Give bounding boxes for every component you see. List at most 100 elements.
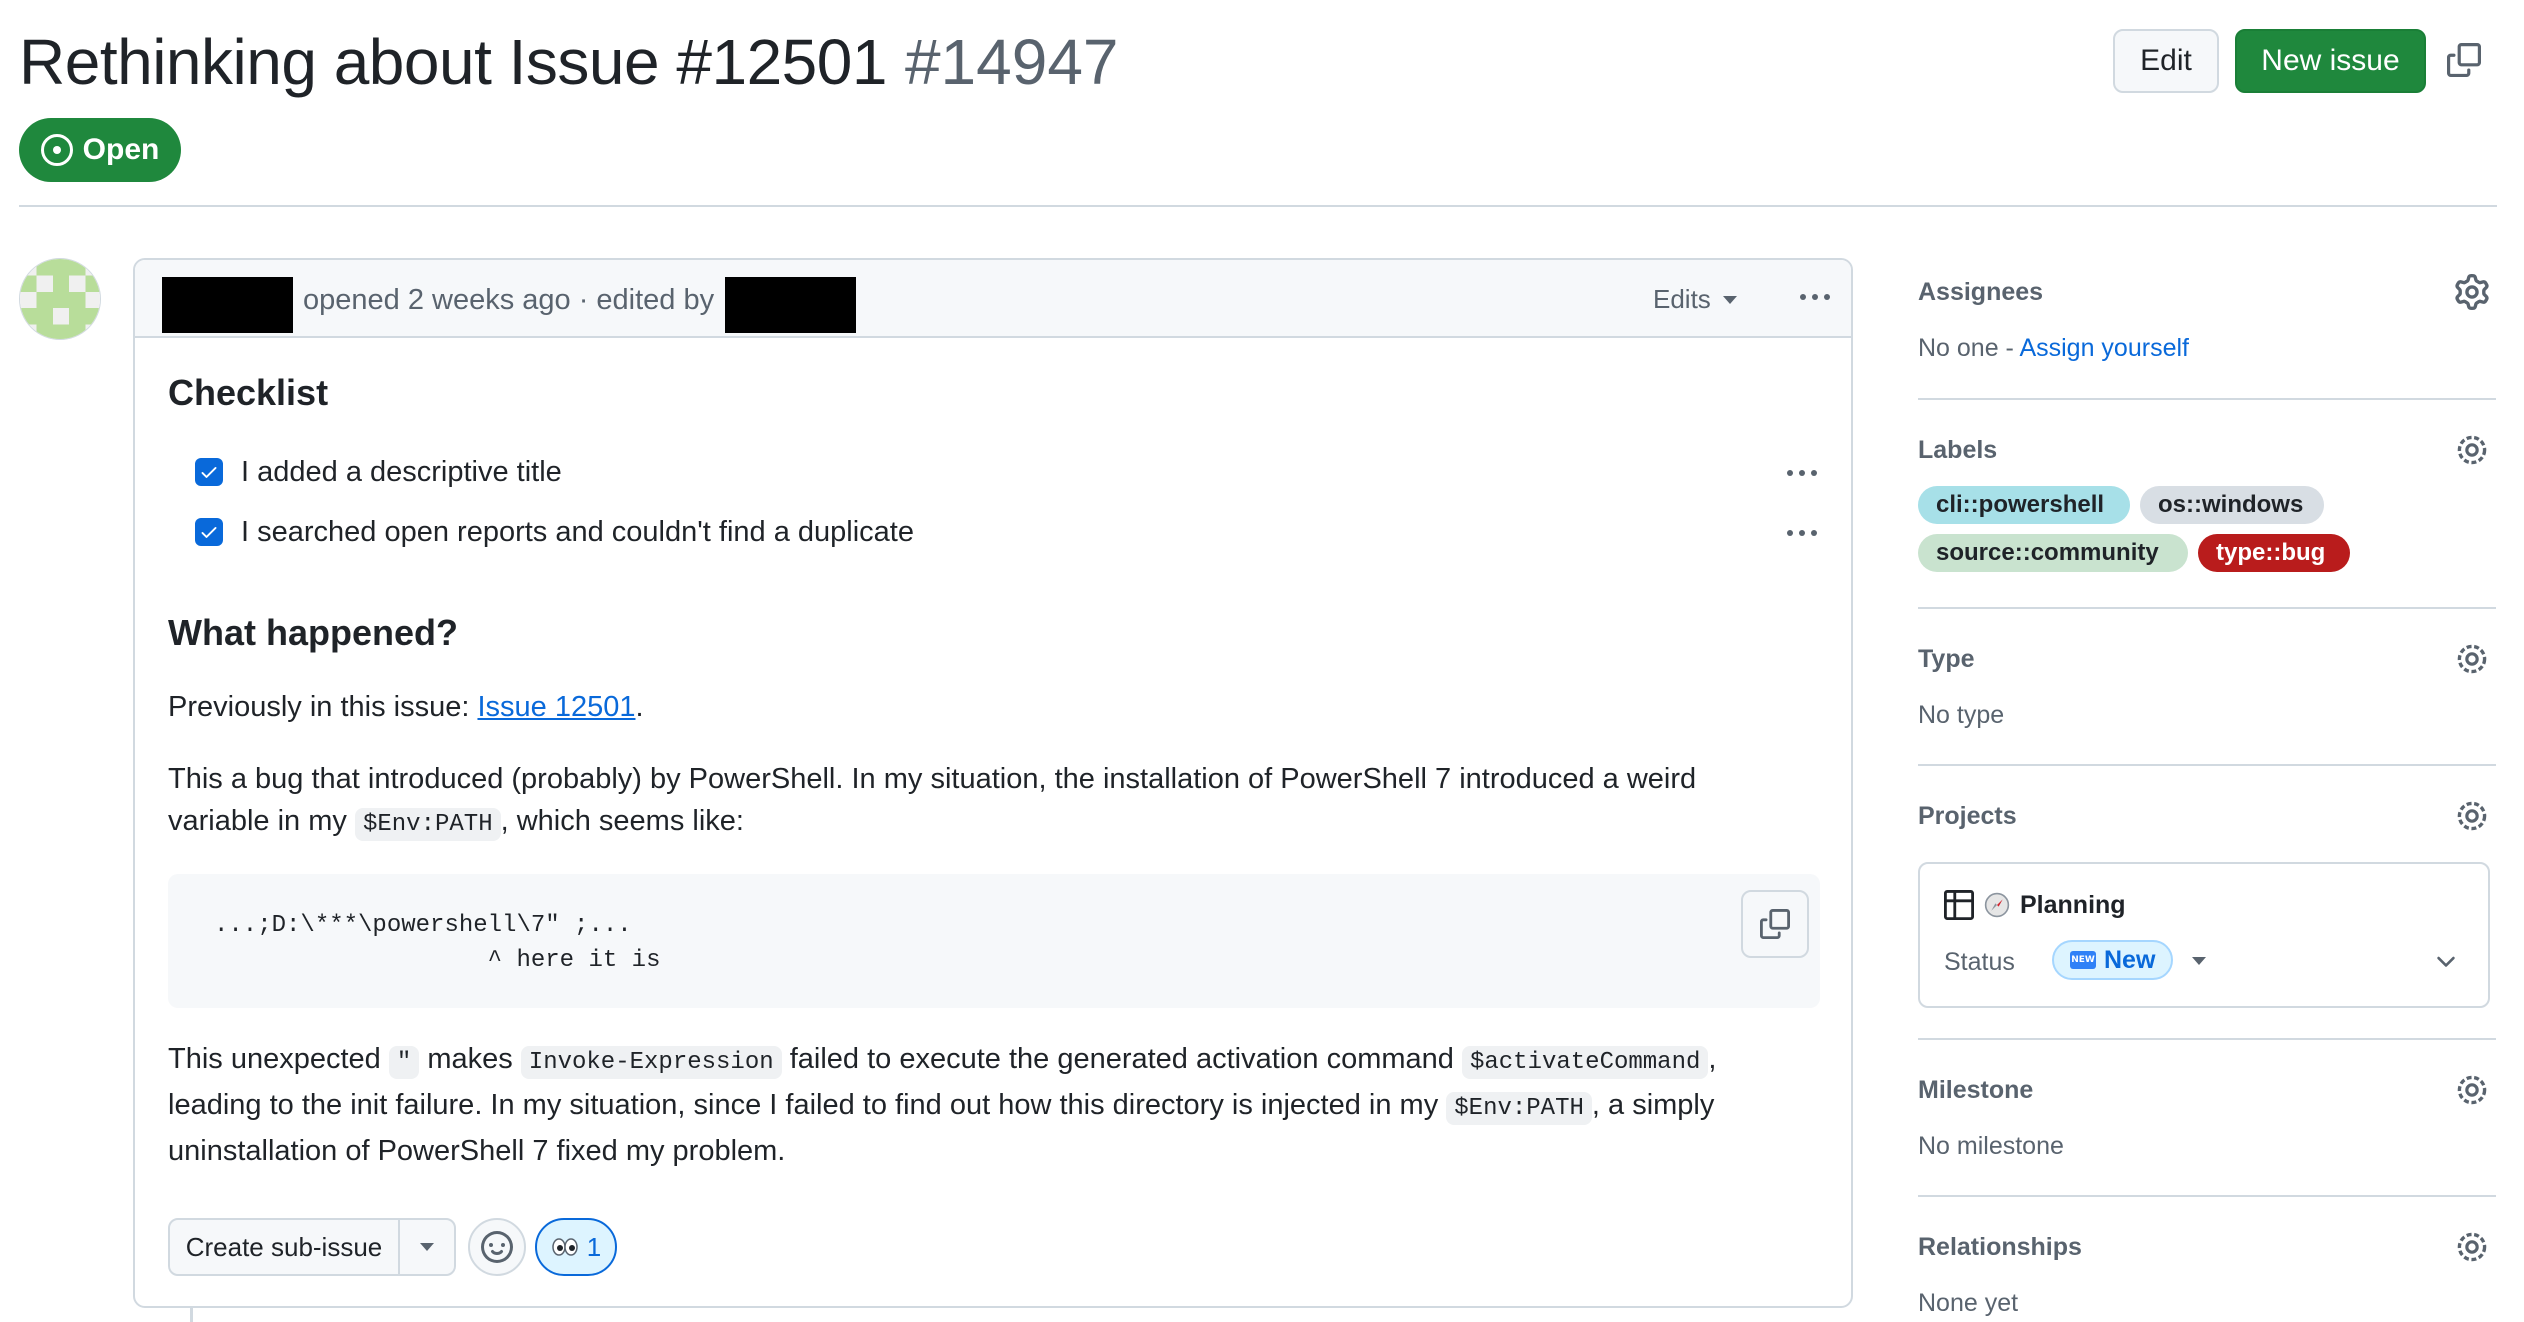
comment-options-menu[interactable] bbox=[1800, 294, 1830, 300]
triangle-down-icon bbox=[420, 1243, 434, 1251]
sidebar-divider bbox=[1918, 398, 2496, 400]
issue-state-label: Open bbox=[82, 133, 160, 166]
gear-icon[interactable] bbox=[2454, 274, 2490, 310]
reaction-count: 1 bbox=[586, 1231, 602, 1262]
author-avatar[interactable] bbox=[19, 258, 101, 340]
gear-icon[interactable] bbox=[2454, 798, 2490, 834]
gear-icon[interactable] bbox=[2454, 641, 2490, 677]
code-block: ...;D:\***\powershell\7" ;... ^ here it … bbox=[168, 874, 1820, 1008]
issue-state-badge: Open bbox=[19, 118, 181, 182]
identicon-icon bbox=[20, 259, 100, 339]
checklist-heading: Checklist bbox=[168, 372, 329, 413]
edits-label: Edits bbox=[1653, 284, 1711, 314]
project-status-label: Status bbox=[1944, 948, 2015, 976]
type-value: No type bbox=[1918, 701, 2005, 729]
task-item: I added a descriptive title bbox=[195, 452, 562, 492]
gear-icon[interactable] bbox=[2454, 432, 2490, 468]
new-emoji-icon: NEW bbox=[2070, 951, 2096, 969]
eyes-reaction-button[interactable]: 1 bbox=[535, 1218, 617, 1276]
kebab-horizontal-icon bbox=[1800, 294, 1806, 300]
label-type-bug[interactable]: type::bug bbox=[2198, 534, 2350, 572]
paragraph-line: leading to the init failure. In my situa… bbox=[168, 1084, 1716, 1130]
create-sub-issue-button[interactable]: Create sub-issue bbox=[170, 1220, 400, 1274]
kebab-horizontal-icon bbox=[1787, 530, 1793, 536]
task-checkbox[interactable] bbox=[195, 458, 223, 486]
sidebar-divider bbox=[1918, 607, 2496, 609]
issue-12501-link[interactable]: Issue 12501 bbox=[477, 691, 635, 723]
task-options-menu[interactable] bbox=[1787, 530, 1817, 536]
project-name[interactable]: Planning bbox=[1944, 890, 2126, 920]
paragraph-line: variable in my $Env:PATH, which seems li… bbox=[168, 800, 1696, 846]
label-cli-powershell[interactable]: cli::powershell bbox=[1918, 486, 2130, 524]
issue-opened-icon bbox=[40, 134, 73, 166]
sidebar-projects-title: Projects bbox=[1918, 802, 2017, 830]
paragraph-line: This a bug that introduced (probably) by… bbox=[168, 763, 1697, 795]
inline-code: $activateCommand bbox=[1461, 1046, 1709, 1079]
timeline-connector bbox=[190, 1308, 193, 1322]
smiley-icon bbox=[481, 1231, 513, 1263]
sidebar-divider bbox=[1918, 764, 2496, 766]
copy-code-button[interactable] bbox=[1741, 890, 1809, 958]
triangle-down-icon[interactable] bbox=[2192, 957, 2206, 965]
project-status-field[interactable]: NEW New bbox=[2052, 940, 2174, 980]
add-reaction-button[interactable] bbox=[468, 1218, 526, 1276]
paragraph-text: , bbox=[1708, 1043, 1717, 1075]
task-options-menu[interactable] bbox=[1787, 470, 1817, 476]
copy-icon bbox=[2447, 43, 2481, 77]
previously-paragraph: Previously in this issue: Issue 12501. bbox=[168, 686, 644, 728]
paragraph-text: failed to execute the generated activati… bbox=[781, 1043, 1462, 1075]
edit-title-button[interactable]: Edit bbox=[2113, 29, 2219, 93]
inline-code: Invoke-Expression bbox=[520, 1046, 782, 1079]
redacted-author-name bbox=[162, 277, 293, 333]
assignees-value: No one - Assign yourself bbox=[1918, 334, 2189, 363]
issue-title: Rethinking about Issue #12501 bbox=[19, 26, 887, 98]
label-source-community[interactable]: source::community bbox=[1918, 534, 2188, 572]
issue-title-row: Rethinking about Issue #12501 #14947 bbox=[19, 22, 1119, 102]
kebab-horizontal-icon bbox=[1787, 470, 1793, 476]
sidebar-divider bbox=[1918, 1038, 2496, 1040]
assignees-empty-text: No one - bbox=[1918, 334, 2020, 362]
paragraph-text: leading to the init failure. In my situa… bbox=[168, 1089, 1447, 1121]
milestone-value: No milestone bbox=[1918, 1132, 2064, 1160]
sidebar-type-title: Type bbox=[1918, 645, 1975, 673]
inline-code: $Env:PATH bbox=[354, 808, 501, 841]
issue-body-comment: opened 2 weeks ago · edited by Edits Che… bbox=[133, 258, 1853, 1308]
code-block-content: ...;D:\***\powershell\7" ;... ^ here it … bbox=[214, 912, 661, 974]
sub-issue-menu-button[interactable] bbox=[400, 1220, 454, 1274]
paragraph-line: uninstallation of PowerShell 7 fixed my … bbox=[168, 1135, 786, 1167]
comment-header: opened 2 weeks ago · edited by Edits bbox=[135, 260, 1851, 338]
inline-code: " bbox=[388, 1046, 420, 1079]
paragraph-text: . bbox=[635, 691, 644, 723]
new-issue-button[interactable]: New issue bbox=[2235, 29, 2426, 93]
sub-issue-button-group: Create sub-issue bbox=[168, 1218, 456, 1276]
issue-number: #14947 bbox=[904, 26, 1119, 98]
label-os-windows[interactable]: os::windows bbox=[2140, 486, 2324, 524]
copy-icon bbox=[1760, 909, 1790, 939]
gear-icon[interactable] bbox=[2454, 1229, 2490, 1265]
sidebar-assignees-title: Assignees bbox=[1918, 278, 2044, 306]
what-happened-heading: What happened? bbox=[168, 612, 458, 653]
gear-icon[interactable] bbox=[2454, 1072, 2490, 1108]
project-name-label: Planning bbox=[2020, 890, 2126, 919]
bug-description-paragraph: This a bug that introduced (probably) by… bbox=[168, 758, 1696, 846]
comment-meta-text: opened 2 weeks ago · edited by bbox=[303, 284, 715, 316]
paragraph-text: , which seems like: bbox=[500, 805, 744, 837]
sidebar-relationships-title: Relationships bbox=[1918, 1233, 2082, 1261]
edits-history-dropdown[interactable]: Edits bbox=[1653, 284, 1737, 315]
triangle-down-icon bbox=[1722, 295, 1737, 304]
inline-code: $Env:PATH bbox=[1446, 1092, 1592, 1125]
project-status-value: New bbox=[2104, 945, 2156, 974]
assign-yourself-link[interactable]: Assign yourself bbox=[2019, 334, 2189, 362]
paragraph-line: This unexpected " makes Invoke-Expressio… bbox=[168, 1038, 1716, 1084]
sidebar-labels-title: Labels bbox=[1918, 436, 1998, 464]
task-checkbox[interactable] bbox=[195, 518, 223, 546]
sidebar-divider bbox=[1918, 1195, 2496, 1197]
check-icon bbox=[201, 467, 217, 478]
table-icon bbox=[1944, 890, 1974, 920]
explanation-paragraph: This unexpected " makes Invoke-Expressio… bbox=[168, 1038, 1716, 1172]
eyes-emoji-icon bbox=[552, 1238, 578, 1256]
chevron-down-icon[interactable] bbox=[2432, 948, 2460, 976]
header-divider bbox=[19, 205, 2497, 207]
copy-link-button[interactable] bbox=[2444, 40, 2484, 80]
paragraph-text: Previously in this issue: bbox=[168, 691, 478, 723]
